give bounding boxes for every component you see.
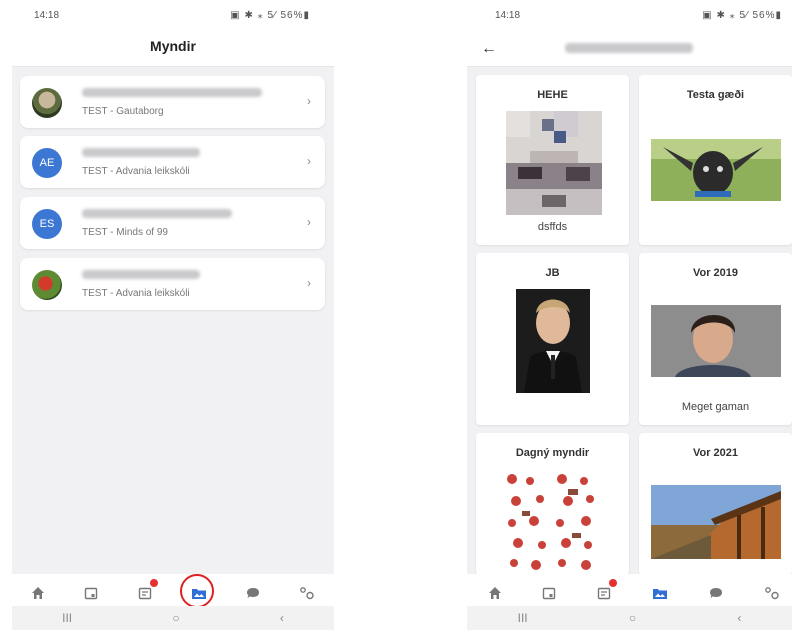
album-thumbnail [651,485,781,559]
avatar: ES [32,209,62,239]
album-title: JB [545,267,560,279]
system-nav: III ○ ‹ [467,606,792,630]
redacted-title [565,43,693,53]
avatar [32,88,62,118]
status-bar: 14:18 ▣ ✱ ⁎ 5⁄ 56%▮ [12,10,334,26]
child-subtitle: TEST - Minds of 99 [82,227,168,238]
status-icons: ▣ ✱ ⁎ 5⁄ 56%▮ [230,10,310,21]
album-title: Testa gæði [686,89,745,101]
chevron-right-icon: › [307,276,311,290]
child-card[interactable]: AE TEST - Advania leikskóli › [20,136,325,188]
child-subtitle: TEST - Advania leikskóli [82,288,190,299]
photos-icon[interactable] [180,574,214,608]
child-card[interactable]: TEST - Advania leikskóli › [20,258,325,310]
chevron-right-icon: › [307,154,311,168]
album-thumbnail [651,139,781,201]
album-title: Vor 2021 [692,447,739,459]
album-title: Dagný myndir [515,447,590,459]
home-button[interactable]: ○ [172,611,179,625]
album-thumbnail [506,111,602,215]
back-arrow-icon[interactable]: ← [481,40,497,58]
album-grid: HEHE dsffds Testa gæði JB Vor 2019 Meget… [467,67,792,575]
notification-badge [150,579,158,587]
chevron-right-icon: › [307,215,311,229]
messages-board-icon[interactable] [593,579,617,604]
back-button[interactable]: ‹ [280,611,284,625]
album-tile[interactable]: Dagný myndir [476,433,629,575]
album-caption: Meget gaman [681,401,750,413]
child-card[interactable]: ES TEST - Minds of 99 › [20,197,325,249]
recents-button[interactable]: III [62,611,72,625]
album-title: HEHE [537,89,568,101]
back-button[interactable]: ‹ [737,611,741,625]
avatar [32,270,62,300]
album-thumbnail [502,471,602,571]
settings-icon[interactable] [761,582,783,604]
child-card[interactable]: TEST - Gautaborg › [20,76,325,128]
album-thumbnail [516,289,590,393]
avatar: AE [32,148,62,178]
messages-board-icon[interactable] [134,579,158,604]
album-tile[interactable]: Vor 2021 [639,433,792,575]
photos-icon[interactable] [649,582,671,604]
highlight-circle [180,574,214,608]
right-screen: 14:18 ▣ ✱ ⁎ 5⁄ 56%▮ ← HEHE dsffds Testa … [467,0,792,630]
status-icons: ▣ ✱ ⁎ 5⁄ 56%▮ [702,10,782,21]
settings-icon[interactable] [296,582,318,604]
album-tile[interactable]: HEHE dsffds [476,75,629,245]
notification-badge [609,579,617,587]
chat-icon[interactable] [705,582,727,604]
status-time: 14:18 [495,10,521,21]
album-tile[interactable]: Vor 2019 Meget gaman [639,253,792,425]
child-list: TEST - Gautaborg › AE TEST - Advania lei… [12,67,334,574]
home-icon[interactable] [484,582,506,604]
album-title: Vor 2019 [692,267,739,279]
album-tile[interactable]: JB [476,253,629,425]
calendar-icon[interactable] [538,582,560,604]
page-title: Myndir [150,38,196,54]
recents-button[interactable]: III [518,611,528,625]
status-bar: 14:18 ▣ ✱ ⁎ 5⁄ 56%▮ [467,10,792,26]
system-nav: III ○ ‹ [12,606,334,630]
chat-icon[interactable] [242,582,264,604]
redacted-name [82,148,200,157]
redacted-name [82,209,232,218]
home-button[interactable]: ○ [629,611,636,625]
status-time: 14:18 [34,10,60,21]
calendar-icon[interactable] [80,582,102,604]
redacted-name [82,270,200,279]
chevron-right-icon: › [307,94,311,108]
album-caption: dsffds [537,221,568,233]
left-screen: 14:18 ▣ ✱ ⁎ 5⁄ 56%▮ Myndir TEST - Gautab… [12,0,334,630]
redacted-name [82,88,262,97]
album-thumbnail [651,305,781,377]
album-tile[interactable]: Testa gæði [639,75,792,245]
home-icon[interactable] [27,582,49,604]
child-subtitle: TEST - Advania leikskóli [82,166,190,177]
child-subtitle: TEST - Gautaborg [82,106,164,117]
